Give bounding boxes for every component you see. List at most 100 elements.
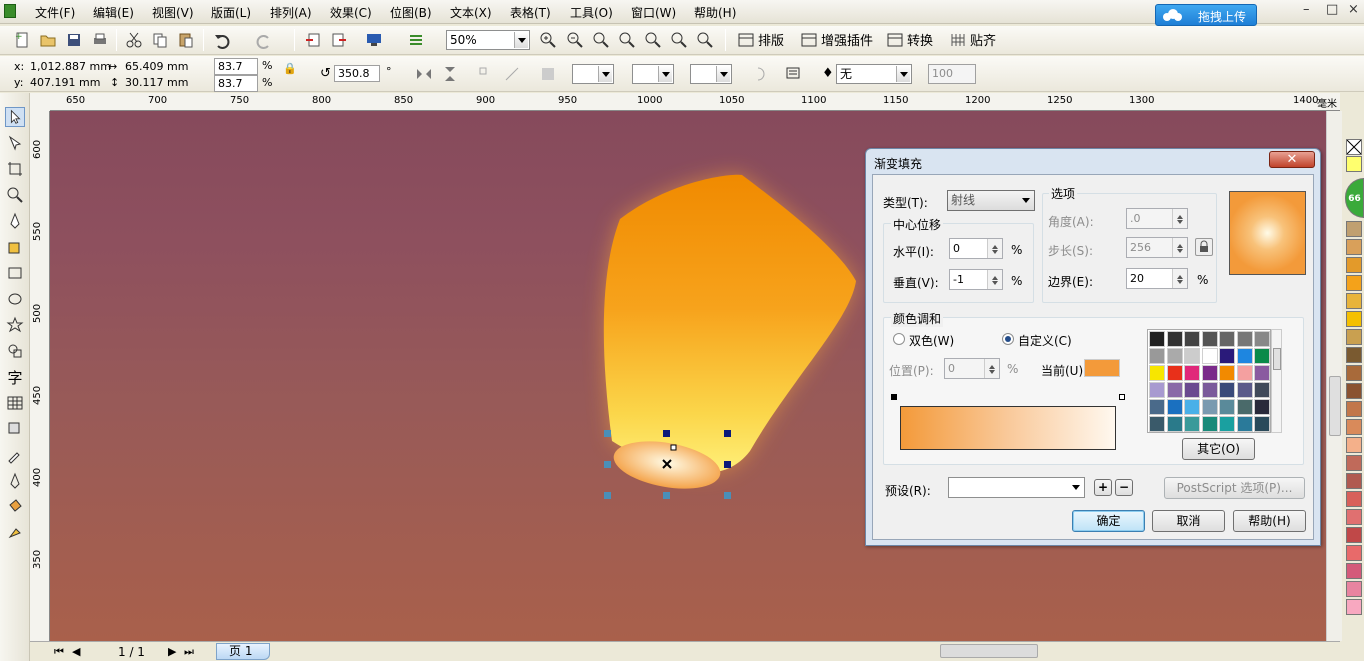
custom-radio[interactable]	[1002, 333, 1014, 345]
palette-color-cell[interactable]	[1166, 348, 1183, 364]
import-icon[interactable]	[303, 30, 323, 50]
scale-x-field[interactable]: 83.7	[214, 58, 258, 75]
menu-tools[interactable]: 工具(O)	[570, 4, 613, 21]
zoom-selected-icon[interactable]	[591, 30, 611, 50]
color-swatch[interactable]	[1346, 599, 1362, 615]
snap-icon[interactable]	[948, 30, 968, 50]
basic-shapes-tool-icon[interactable]	[5, 341, 25, 361]
layout-icon[interactable]	[736, 30, 756, 50]
palette-color-cell[interactable]	[1236, 399, 1253, 415]
enhanced-plugin-button[interactable]: 增强插件	[821, 30, 873, 49]
color-swatch[interactable]	[1346, 257, 1362, 273]
gradient-start-marker[interactable]	[891, 394, 897, 400]
outline-width-select[interactable]: 无	[836, 64, 912, 84]
type-select[interactable]: 射线	[947, 190, 1035, 211]
palette-color-cell[interactable]	[1149, 382, 1165, 398]
convert-icon[interactable]	[885, 30, 905, 50]
print-icon[interactable]	[90, 30, 110, 50]
edge-pad-field[interactable]: 20	[1126, 268, 1188, 289]
menu-effects[interactable]: 效果(C)	[330, 4, 372, 21]
palette-color-cell[interactable]	[1236, 331, 1253, 347]
shape-tool-icon[interactable]	[5, 133, 25, 153]
no-color-swatch[interactable]	[1346, 139, 1362, 155]
page-tab[interactable]: 页 1	[216, 643, 270, 660]
smart-fill-tool-icon[interactable]	[5, 237, 25, 257]
color-swatch[interactable]	[1346, 275, 1362, 291]
palette-color-cell[interactable]	[1201, 348, 1218, 364]
palette-color-cell[interactable]	[1184, 416, 1200, 432]
color-swatch[interactable]	[1346, 156, 1362, 172]
palette-color-cell[interactable]	[1149, 416, 1165, 432]
eyedropper-tool-icon[interactable]	[5, 445, 25, 465]
mirror-vertical-icon[interactable]	[440, 64, 460, 84]
palette-color-cell[interactable]	[1184, 348, 1200, 364]
outline-end-select[interactable]	[690, 64, 732, 84]
palette-color-cell[interactable]	[1219, 348, 1235, 364]
x-position[interactable]: 1,012.887 mm	[30, 60, 111, 73]
menu-file[interactable]: 文件(F)	[35, 4, 75, 21]
color-swatch[interactable]	[1346, 455, 1362, 471]
gradient-end-marker[interactable]	[1119, 394, 1125, 400]
menu-help[interactable]: 帮助(H)	[694, 4, 736, 21]
welcome-screen-icon[interactable]	[406, 30, 426, 50]
rectangle-tool-icon[interactable]	[5, 263, 25, 283]
palette-color-cell[interactable]	[1166, 365, 1183, 381]
horizontal-scroll-thumb[interactable]	[940, 644, 1038, 658]
palette-color-cell[interactable]	[1149, 365, 1165, 381]
next-page-icon[interactable]: ▶	[168, 645, 176, 658]
paste-icon[interactable]	[176, 30, 196, 50]
first-page-icon[interactable]: ⏮	[54, 645, 64, 659]
palette-color-cell[interactable]	[1219, 331, 1235, 347]
palette-color-cell[interactable]	[1184, 399, 1200, 415]
palette-color-cell[interactable]	[1254, 331, 1270, 347]
color-swatch[interactable]	[1346, 545, 1362, 561]
object-width[interactable]: 65.409 mm	[125, 60, 188, 73]
scale-y-field[interactable]: 83.7	[214, 75, 258, 92]
cut-icon[interactable]	[124, 30, 144, 50]
selection-handle[interactable]	[724, 492, 731, 499]
color-swatch[interactable]	[1346, 401, 1362, 417]
palette-color-cell[interactable]	[1201, 416, 1218, 432]
preset-select[interactable]	[948, 477, 1085, 498]
plugin-icon[interactable]	[799, 30, 819, 50]
palette-color-cell[interactable]	[1254, 382, 1270, 398]
remove-preset-button[interactable]: −	[1115, 479, 1133, 496]
palette-color-cell[interactable]	[1149, 348, 1165, 364]
zoom-all-icon[interactable]	[617, 30, 637, 50]
fill-tool-icon[interactable]	[5, 497, 25, 517]
gradient-preview[interactable]	[1229, 191, 1306, 275]
last-page-icon[interactable]: ⏭	[184, 645, 194, 659]
palette-color-cell[interactable]	[1219, 399, 1235, 415]
wrap-text-icon[interactable]	[784, 64, 804, 84]
palette-color-cell[interactable]	[1236, 416, 1253, 432]
palette-color-cell[interactable]	[1219, 416, 1235, 432]
interactive-fill-tool-icon[interactable]	[5, 523, 25, 543]
export-icon[interactable]	[329, 30, 349, 50]
color-swatch[interactable]	[1346, 311, 1362, 327]
menu-window[interactable]: 窗口(W)	[631, 4, 676, 21]
palette-color-cell[interactable]	[1201, 399, 1218, 415]
palette-color-cell[interactable]	[1236, 365, 1253, 381]
zoom-width-icon[interactable]	[669, 30, 689, 50]
help-button[interactable]: 帮助(H)	[1233, 510, 1306, 532]
copy-icon[interactable]	[150, 30, 170, 50]
lock-icon[interactable]	[1195, 238, 1213, 256]
color-swatch[interactable]	[1346, 365, 1362, 381]
selection-handle[interactable]	[604, 461, 611, 468]
current-color-swatch[interactable]	[1084, 359, 1120, 377]
palette-color-cell[interactable]	[1254, 348, 1270, 364]
gradient-bar[interactable]	[900, 406, 1116, 450]
palette-color-cell[interactable]	[1166, 382, 1183, 398]
palette-color-cell[interactable]	[1254, 399, 1270, 415]
menu-text[interactable]: 文本(X)	[450, 4, 492, 21]
palette-color-cell[interactable]	[1201, 382, 1218, 398]
palette-color-cell[interactable]	[1184, 331, 1200, 347]
zoom-tool-icon[interactable]	[5, 185, 25, 205]
zoom-in-icon[interactable]	[538, 30, 558, 50]
selection-handle[interactable]	[663, 430, 670, 437]
dialog-close-button[interactable]: ✕	[1269, 151, 1315, 168]
palette-color-cell[interactable]	[1184, 382, 1200, 398]
rotation-field[interactable]: 350.8	[334, 65, 380, 82]
color-swatch[interactable]	[1346, 491, 1362, 507]
palette-color-cell[interactable]	[1201, 331, 1218, 347]
